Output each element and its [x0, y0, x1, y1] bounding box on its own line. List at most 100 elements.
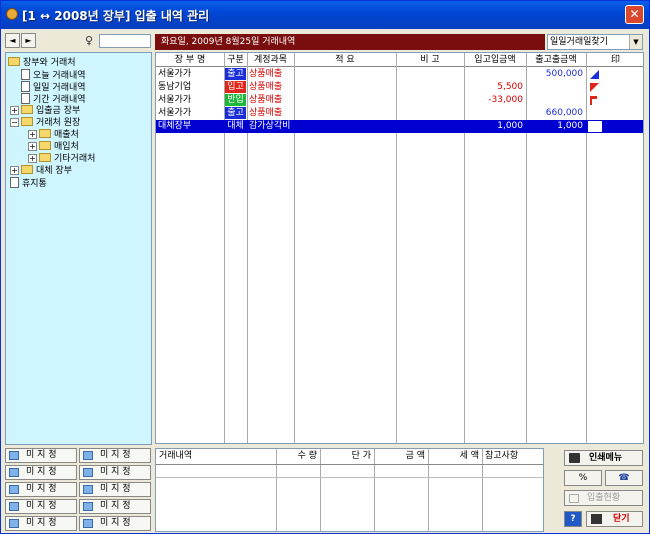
close-action-button[interactable]: 닫기	[586, 511, 643, 527]
summary-button[interactable]: 입출현황	[564, 490, 643, 506]
unassigned-button-label: 미 지 정	[100, 467, 131, 477]
tree-item-label: 일일 거래내역	[33, 83, 86, 93]
folder-icon	[83, 502, 93, 511]
expander-icon[interactable]: +	[28, 130, 37, 139]
detail-column-header[interactable]: 참고사항	[485, 449, 541, 464]
unassigned-button[interactable]: 미 지 정	[79, 516, 151, 531]
phone-button[interactable]: ☎	[605, 470, 643, 486]
percent-button[interactable]: %	[564, 470, 602, 486]
income-cell: 1,000	[497, 121, 523, 131]
type-badge: 출고	[225, 68, 246, 80]
detail-column-header[interactable]: 거래내역	[159, 449, 273, 464]
table-row[interactable]: 동남기업 입고 상품매출 5,500	[156, 81, 643, 94]
column-header[interactable]: 印	[586, 53, 643, 67]
expander-icon[interactable]: +	[10, 166, 19, 175]
tree-item-label: 거래처 원장	[36, 118, 81, 128]
expander-icon[interactable]: −	[10, 118, 19, 127]
column-header[interactable]: 입고입금액	[464, 53, 526, 67]
folder-icon	[9, 485, 19, 494]
tree-item-label: 입출금 장부	[36, 106, 81, 116]
document-icon	[10, 177, 19, 188]
page-title: 화요일, 2009년 8월25일 거래내역	[155, 34, 545, 50]
tree-item[interactable]: + 기타거래처	[28, 153, 95, 165]
tree-item[interactable]: + 매입처	[28, 141, 79, 153]
detail-grid[interactable]: 거래내역 수 량 단 가 금 액 세 액 참고사항	[155, 448, 544, 532]
exit-icon	[591, 514, 602, 524]
unassigned-button-label: 미 지 정	[100, 450, 131, 460]
mark-cell	[588, 121, 602, 132]
tree-item[interactable]: 오늘 거래내역	[21, 69, 86, 81]
help-button[interactable]: ?	[564, 511, 582, 527]
tree-view[interactable]: 장부와 거래처 오늘 거래내역 일일 거래내역 기간 거래내역 + 입출금 장부 − 거래처 …	[5, 52, 152, 445]
column-header[interactable]: 계정과목	[247, 53, 294, 67]
unassigned-button[interactable]: 미 지 정	[5, 482, 77, 497]
unassigned-button[interactable]: 미 지 정	[5, 499, 77, 514]
unassigned-button-label: 미 지 정	[26, 501, 57, 511]
folder-icon	[83, 468, 93, 477]
unassigned-button[interactable]: 미 지 정	[5, 516, 77, 531]
type-badge: 반입	[225, 94, 246, 106]
tree-item-label: 매출처	[54, 130, 79, 140]
flag-mark-icon	[590, 96, 597, 105]
book-name-cell: 서울가가	[158, 95, 192, 105]
transaction-grid[interactable]: 장 부 명 구분 계정과목 적 요비 고 입고입금액 출고출금액 印 서울가가 출고 상품매출 50…	[155, 52, 644, 444]
tree-item-label: 매입처	[54, 142, 79, 152]
unassigned-button[interactable]: 미 지 정	[79, 499, 151, 514]
document-icon	[21, 93, 30, 104]
red-mark-icon	[590, 83, 599, 92]
prev-button[interactable]: ◄	[5, 33, 20, 48]
tree-item[interactable]: 일일 거래내역	[21, 81, 86, 93]
column-header[interactable]: 장 부 명	[156, 53, 224, 67]
tree-item[interactable]: + 매출처	[28, 129, 79, 141]
column-header[interactable]: 구분	[224, 53, 247, 67]
tree-item-label: 대체 장부	[36, 166, 72, 176]
print-menu-button[interactable]: 인쇄메뉴	[564, 450, 643, 466]
expander-icon[interactable]: +	[28, 142, 37, 151]
expander-icon[interactable]: +	[10, 106, 19, 115]
folder-icon	[9, 451, 19, 460]
expander-icon[interactable]: +	[28, 154, 37, 163]
detail-column-divider	[428, 449, 429, 531]
folder-icon	[83, 451, 93, 460]
unassigned-button[interactable]: 미 지 정	[5, 448, 77, 463]
folder-icon	[39, 153, 51, 162]
detail-column-header[interactable]: 수 량	[279, 449, 317, 464]
table-row[interactable]: 서울가가 출고 상품매출 660,000	[156, 107, 643, 120]
chevron-down-icon[interactable]: ▼	[629, 35, 642, 49]
title-bar[interactable]: [1 ↔ 2008년 장부] 입출 내역 관리 ✕	[1, 1, 649, 29]
table-row[interactable]: 서울가가 반입 상품매출 -33,000	[156, 94, 643, 107]
detail-column-header[interactable]: 금 액	[377, 449, 425, 464]
tree-item[interactable]: 장부와 거래처	[8, 57, 76, 69]
column-header[interactable]: 적 요	[294, 53, 396, 67]
type-badge: 출고	[225, 107, 246, 119]
tree-item[interactable]: 휴지통	[10, 177, 47, 189]
search-input[interactable]	[99, 34, 151, 48]
tree-item[interactable]: 기간 거래내역	[21, 93, 86, 105]
tree-item[interactable]: + 입출금 장부	[10, 105, 80, 117]
unassigned-button[interactable]: 미 지 정	[79, 465, 151, 480]
unassigned-button-label: 미 지 정	[100, 484, 131, 494]
table-row[interactable]: 대체장부 대체 감가상각비 1,000 1,000	[156, 120, 643, 133]
unassigned-button[interactable]: 미 지 정	[79, 482, 151, 497]
unassigned-button[interactable]: 미 지 정	[79, 448, 151, 463]
date-find-select[interactable]: 일일거래일찾기 ▼	[547, 34, 643, 50]
column-header[interactable]: 출고출금액	[526, 53, 586, 67]
outgo-cell: 500,000	[545, 69, 583, 79]
next-button[interactable]: ►	[21, 33, 36, 48]
unassigned-button-label: 미 지 정	[100, 518, 131, 528]
printer-icon	[569, 453, 580, 463]
tree-item[interactable]: − 거래처 원장	[10, 117, 80, 129]
column-header[interactable]: 비 고	[396, 53, 464, 67]
close-button[interactable]: ✕	[625, 5, 644, 24]
detail-column-divider	[482, 449, 483, 531]
table-row[interactable]: 서울가가 출고 상품매출 500,000	[156, 68, 643, 81]
tree-item[interactable]: + 대체 장부	[10, 165, 72, 177]
detail-column-header[interactable]: 세 액	[431, 449, 479, 464]
unassigned-button[interactable]: 미 지 정	[5, 465, 77, 480]
folder-icon	[21, 117, 33, 126]
detail-header-line	[156, 464, 543, 465]
account-cell: 상품매출	[249, 108, 283, 118]
unassigned-button-label: 미 지 정	[26, 518, 57, 528]
folder-icon	[9, 502, 19, 511]
detail-column-header[interactable]: 단 가	[323, 449, 371, 464]
